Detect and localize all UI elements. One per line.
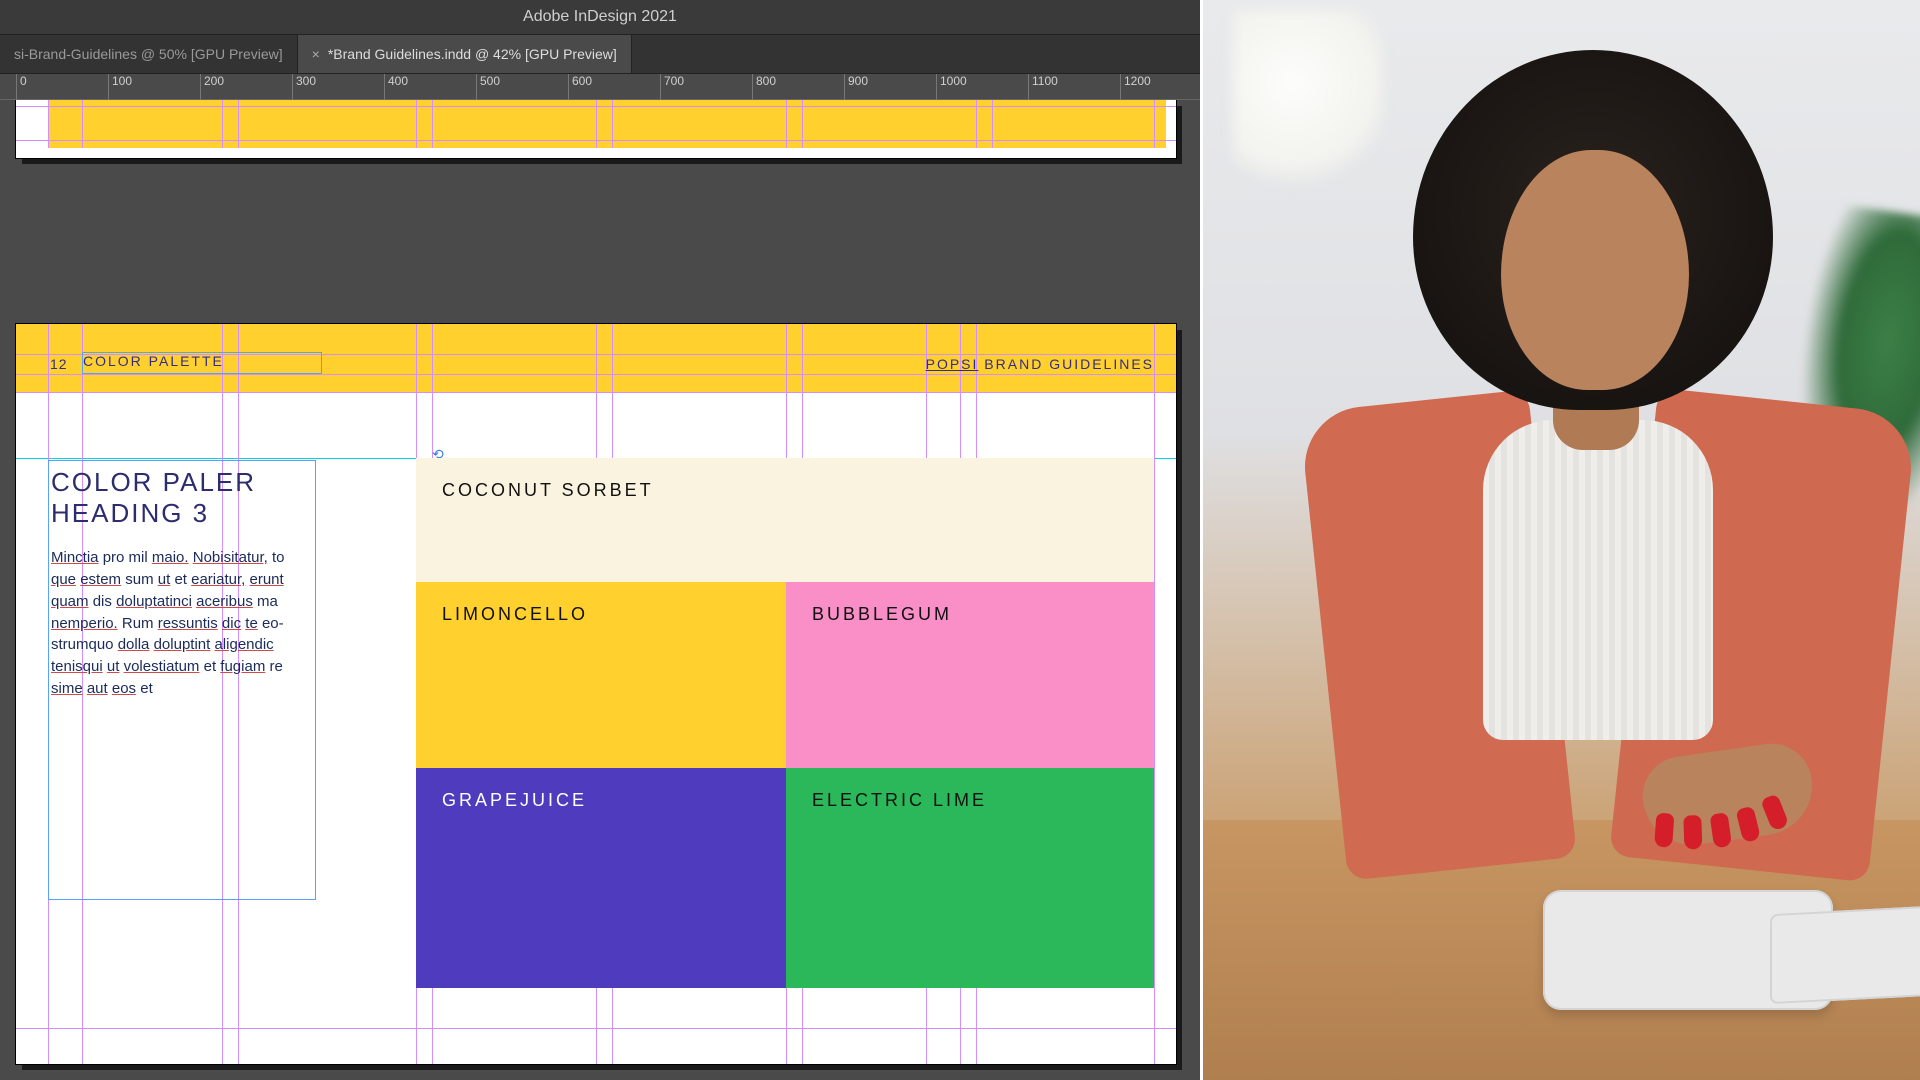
swatch-label: GRAPEJUICE <box>442 790 587 811</box>
swatch-area: COCONUT SORBET LIMONCELLO BUBBLEGUM GRAPEJU… <box>16 324 1176 1064</box>
color-swatch[interactable]: BUBBLEGUM <box>786 582 1154 768</box>
horizontal-ruler[interactable]: 0 100 200 300 400 500 600 700 800 900 1000 1100 1200 <box>0 74 1200 100</box>
close-icon[interactable]: × <box>312 46 320 62</box>
canvas[interactable]: 12 COLOR PALETTE POPSI BRAND GUIDELINES … <box>0 100 1200 1080</box>
ruler-tick: 1000 <box>936 74 967 100</box>
swatch-label: ELECTRIC LIME <box>812 790 987 811</box>
ruler-tick: 1200 <box>1120 74 1151 100</box>
tab-label: *Brand Guidelines.indd @ 42% [GPU Previe… <box>328 46 617 62</box>
ruler-tick: 100 <box>108 74 132 100</box>
ruler-tick: 1100 <box>1028 74 1058 100</box>
color-swatch[interactable]: COCONUT SORBET <box>416 458 1154 582</box>
ruler-tick: 0 <box>16 74 27 100</box>
indesign-window: Adobe InDesign 2021 si-Brand-Guidelines … <box>0 0 1200 1080</box>
tab-label: si-Brand-Guidelines @ 50% [GPU Preview] <box>14 46 283 62</box>
person <box>1253 40 1893 940</box>
document-page[interactable]: 12 COLOR PALETTE POPSI BRAND GUIDELINES … <box>16 324 1176 1064</box>
app-title: Adobe InDesign 2021 <box>523 8 677 26</box>
ruler-tick: 600 <box>568 74 592 100</box>
swatch-label: LIMONCELLO <box>442 604 588 625</box>
document-tab[interactable]: si-Brand-Guidelines @ 50% [GPU Preview] <box>0 35 298 73</box>
ruler-tick: 300 <box>292 74 316 100</box>
document-tab[interactable]: × *Brand Guidelines.indd @ 42% [GPU Prev… <box>298 35 632 73</box>
swatch-label: BUBBLEGUM <box>812 604 952 625</box>
document-tab-bar: si-Brand-Guidelines @ 50% [GPU Preview] … <box>0 34 1200 74</box>
ruler-tick: 400 <box>384 74 408 100</box>
color-swatch[interactable]: GRAPEJUICE <box>416 768 786 988</box>
presenter-photo <box>1200 0 1920 1080</box>
ruler-tick: 800 <box>752 74 776 100</box>
previous-page-sliver <box>16 100 1176 158</box>
color-swatch[interactable]: LIMONCELLO <box>416 582 786 768</box>
ruler-tick: 700 <box>660 74 684 100</box>
title-bar: Adobe InDesign 2021 <box>0 0 1200 34</box>
swatch-label: COCONUT SORBET <box>442 480 654 501</box>
ruler-tick: 200 <box>200 74 224 100</box>
ruler-tick: 500 <box>476 74 500 100</box>
color-swatch[interactable]: ELECTRIC LIME <box>786 768 1154 988</box>
ruler-tick: 900 <box>844 74 868 100</box>
